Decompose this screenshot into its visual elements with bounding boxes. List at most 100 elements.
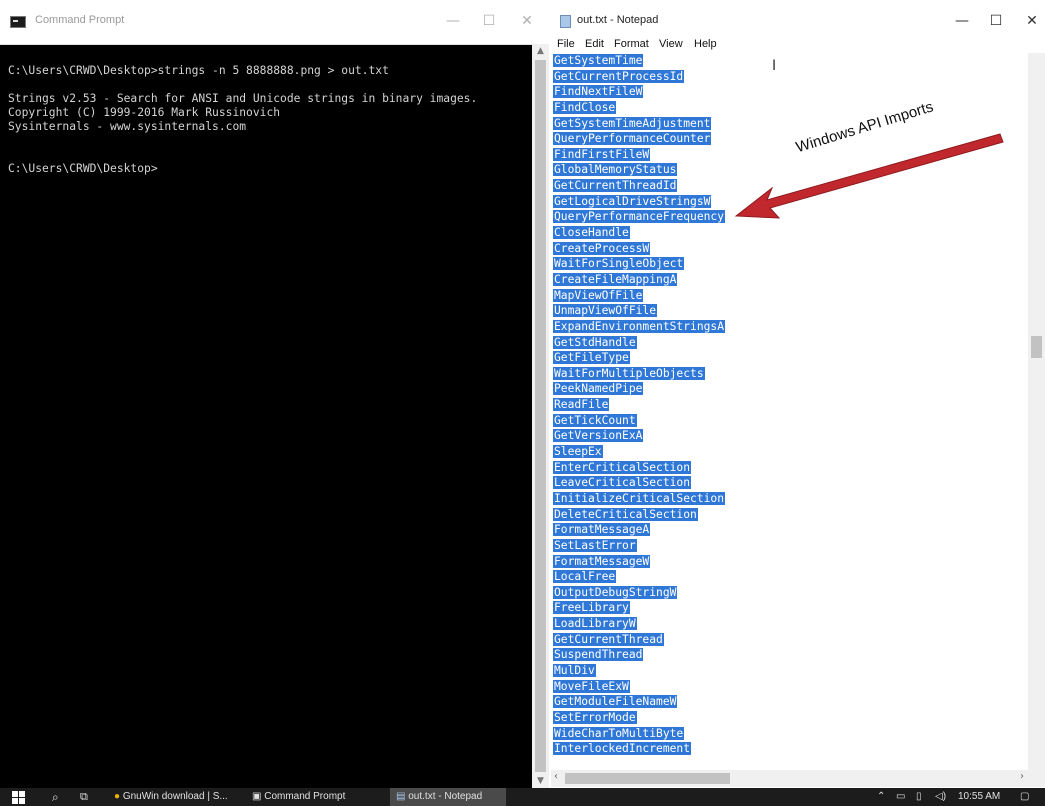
text-line: FindClose <box>553 100 1029 116</box>
console-line: Copyright (C) 1999-2016 Mark Russinovich <box>8 106 281 119</box>
notepad-text-area[interactable]: GetSystemTime GetCurrentProcessId FindNext… <box>553 53 1029 771</box>
notepad-horizontal-scrollbar[interactable]: ‹ › <box>551 770 1028 787</box>
text-line: GetCurrentProcessId <box>553 69 1029 85</box>
selected-text: FindClose <box>553 100 617 114</box>
tray-volume-icon[interactable]: ◁) <box>935 788 946 806</box>
selected-text: UnmapViewOfFile <box>553 304 658 318</box>
text-line: GetCurrentThread <box>553 632 1029 648</box>
selected-text: CreateProcessW <box>553 241 651 255</box>
taskbar: ⌕ ⧉ ● GnuWin download | S... ▣ Command P… <box>0 788 1045 806</box>
selected-text: SetLastError <box>553 538 637 552</box>
text-line: GetVersionExA <box>553 428 1029 444</box>
cmd-minimize-button[interactable]: — <box>436 8 470 34</box>
selected-text: FindNextFileW <box>553 85 644 99</box>
cmd-titlebar[interactable]: Command Prompt — ☐ ✕ <box>0 0 549 45</box>
text-line: GetFileType <box>553 350 1029 366</box>
text-line: WaitForSingleObject <box>553 256 1029 272</box>
action-center-icon[interactable]: ▢ <box>1020 788 1029 806</box>
selected-text: FreeLibrary <box>553 601 630 615</box>
selected-text: LocalFree <box>553 570 617 584</box>
scroll-right-icon[interactable]: › <box>1020 771 1024 782</box>
text-line: QueryPerformanceCounter <box>553 131 1029 147</box>
notepad-titlebar[interactable]: out.txt - Notepad — ☐ ✕ <box>551 0 1045 36</box>
selected-text: MapViewOfFile <box>553 288 644 302</box>
selected-text: MoveFileExW <box>553 679 630 693</box>
selected-text: GetModuleFileNameW <box>553 695 678 709</box>
cmd-taskbar-icon: ▣ <box>252 791 262 802</box>
tray-chevron-up-icon[interactable]: ⌃ <box>877 788 885 806</box>
selected-text: CloseHandle <box>553 226 630 240</box>
selected-text: GetTickCount <box>553 413 637 427</box>
text-cursor-icon: I <box>772 58 777 74</box>
text-line: ExpandEnvironmentStringsA <box>553 319 1029 335</box>
cmd-vertical-scrollbar[interactable]: ▲ ▼ <box>532 44 549 788</box>
tray-battery-icon[interactable]: ▯ <box>916 788 922 806</box>
selected-text: GetVersionExA <box>553 429 644 443</box>
notepad-hscroll-thumb[interactable] <box>565 773 730 784</box>
selected-text: OutputDebugStringW <box>553 585 678 599</box>
text-line: CloseHandle <box>553 225 1029 241</box>
text-line: SuspendThread <box>553 647 1029 663</box>
cmd-console-output[interactable]: C:\Users\CRWD\Desktop>strings -n 5 88888… <box>8 50 525 176</box>
notepad-minimize-button[interactable]: — <box>945 8 979 34</box>
menu-file[interactable]: File <box>557 38 575 50</box>
tray-network-icon[interactable]: ▭ <box>896 788 905 806</box>
text-line: MulDiv <box>553 663 1029 679</box>
selected-text: InitializeCriticalSection <box>553 491 726 505</box>
selected-text: GetCurrentThreadId <box>553 179 678 193</box>
notepad-window[interactable]: out.txt - Notepad — ☐ ✕ File Edit Format… <box>551 0 1045 788</box>
scroll-down-icon[interactable]: ▼ <box>532 774 549 788</box>
selected-text: GetCurrentThread <box>553 632 664 646</box>
text-line: InitializeCriticalSection <box>553 491 1029 507</box>
selected-text: FormatMessageA <box>553 523 651 537</box>
menu-view[interactable]: View <box>659 38 683 50</box>
notepad-menubar: File Edit Format View Help <box>551 37 1045 53</box>
text-line: CreateFileMappingA <box>553 272 1029 288</box>
text-line: FormatMessageW <box>553 554 1029 570</box>
text-line: LocalFree <box>553 569 1029 585</box>
cmd-maximize-button[interactable]: ☐ <box>472 8 506 34</box>
task-view-icon[interactable]: ⧉ <box>80 788 88 806</box>
text-line: GetStdHandle <box>553 335 1029 351</box>
text-line: OutputDebugStringW <box>553 585 1029 601</box>
cmd-scroll-thumb[interactable] <box>535 60 546 772</box>
selected-text: WaitForMultipleObjects <box>553 366 705 380</box>
cmd-close-button[interactable]: ✕ <box>510 8 544 34</box>
notepad-vscroll-thumb[interactable] <box>1031 336 1042 358</box>
selected-text: QueryPerformanceCounter <box>553 132 712 146</box>
menu-edit[interactable]: Edit <box>585 38 604 50</box>
taskbar-item-command-prompt[interactable]: ▣ Command Prompt <box>252 788 345 806</box>
selected-text: SuspendThread <box>553 648 644 662</box>
scroll-left-icon[interactable]: ‹ <box>554 771 558 782</box>
selected-text: QueryPerformanceFrequency <box>553 210 726 224</box>
search-icon[interactable]: ⌕ <box>52 788 59 806</box>
selected-text: ReadFile <box>553 398 610 412</box>
selected-text: PeekNamedPipe <box>553 382 644 396</box>
notepad-close-button[interactable]: ✕ <box>1015 8 1045 34</box>
tray-clock[interactable]: 10:55 AM <box>958 788 1000 806</box>
selected-text: ExpandEnvironmentStringsA <box>553 319 726 333</box>
windows-start-icon[interactable] <box>12 791 25 804</box>
menu-format[interactable]: Format <box>614 38 649 50</box>
text-line: InterlockedIncrement <box>553 741 1029 757</box>
notepad-vertical-scrollbar[interactable] <box>1028 53 1045 770</box>
menu-help[interactable]: Help <box>694 38 717 50</box>
selected-text: CreateFileMappingA <box>553 272 678 286</box>
console-line: C:\Users\CRWD\Desktop> <box>8 162 158 175</box>
selected-text: SleepEx <box>553 445 603 459</box>
text-line: WaitForMultipleObjects <box>553 366 1029 382</box>
console-line: Sysinternals - www.sysinternals.com <box>8 120 247 133</box>
text-line: QueryPerformanceFrequency <box>553 209 1029 225</box>
taskbar-item-notepad[interactable]: ▤ out.txt - Notepad <box>390 788 506 806</box>
cmd-app-icon <box>10 16 26 28</box>
taskbar-item-chrome[interactable]: ● GnuWin download | S... <box>114 788 228 806</box>
text-line: ReadFile <box>553 397 1029 413</box>
notepad-maximize-button[interactable]: ☐ <box>979 8 1013 34</box>
console-line: Strings v2.53 - Search for ANSI and Unic… <box>8 92 478 105</box>
command-prompt-window[interactable]: Command Prompt — ☐ ✕ C:\Users\CRWD\Deskt… <box>0 0 549 788</box>
scroll-up-icon[interactable]: ▲ <box>532 44 549 58</box>
selected-text: GetFileType <box>553 351 630 365</box>
text-line: FreeLibrary <box>553 600 1029 616</box>
